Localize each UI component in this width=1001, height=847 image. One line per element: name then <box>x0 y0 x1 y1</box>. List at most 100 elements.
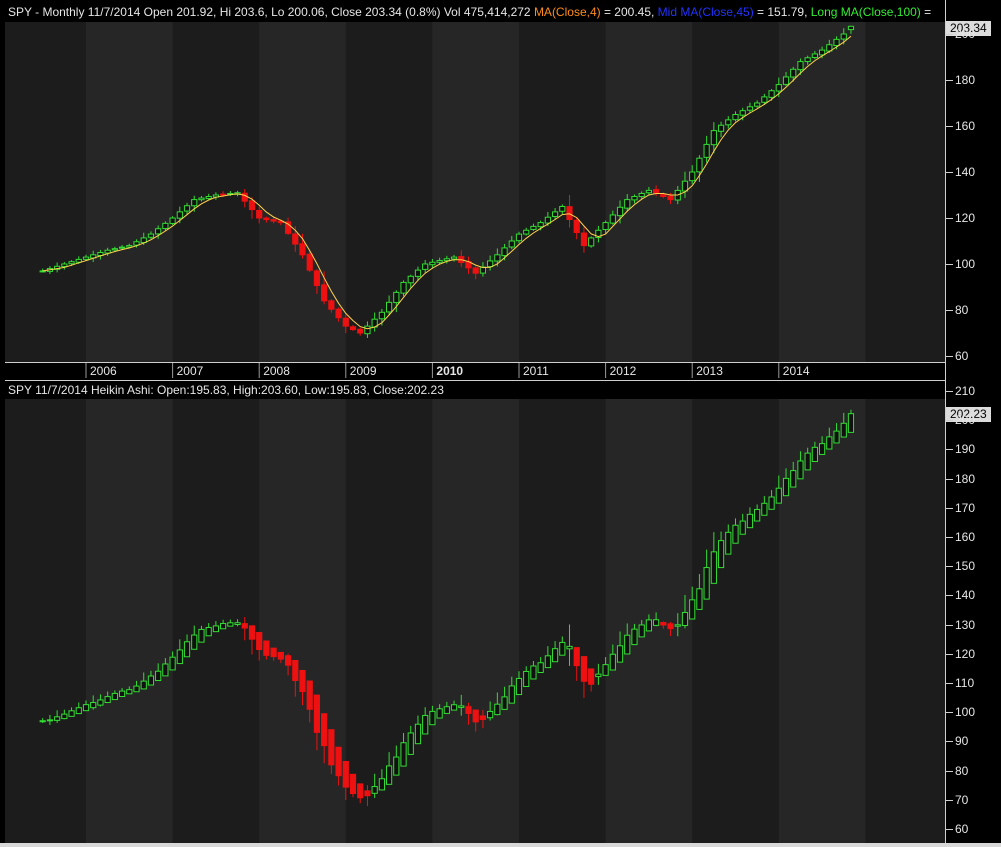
price-candle <box>566 206 573 221</box>
price-candle <box>811 53 818 58</box>
ha-y-tick-mark <box>946 420 953 422</box>
ha-candle <box>819 443 826 455</box>
ha-y-tick-label: 150 <box>955 559 976 574</box>
ha-y-tick-label: 130 <box>955 617 976 632</box>
ha-candle <box>811 446 818 463</box>
ha-candle <box>653 619 660 626</box>
ha-candle <box>544 655 551 669</box>
ha-candle <box>155 670 162 682</box>
ha-candle <box>710 551 717 584</box>
ha-candle <box>378 778 385 791</box>
price-candle <box>256 209 263 219</box>
ha-y-tick-label: 170 <box>955 500 976 515</box>
horizontal-scrollbar[interactable] <box>0 843 1001 847</box>
ha-candle <box>602 664 609 676</box>
ha-candle <box>494 703 501 716</box>
ma-long-label: Long MA(Close,100) <box>810 5 921 19</box>
ha-candle <box>703 567 710 600</box>
x-tick-label: 2014 <box>782 364 810 378</box>
ha-candle <box>248 625 256 640</box>
ma-mid-value: = 151.79, <box>753 5 811 19</box>
ha-candle <box>313 694 321 733</box>
price-y-tick-mark <box>946 356 953 357</box>
price-candle <box>414 269 422 277</box>
price-candle <box>717 124 725 132</box>
price-candle <box>205 196 212 200</box>
ha-candle <box>523 670 530 688</box>
price-candle <box>378 311 385 320</box>
ha-candle <box>90 702 97 709</box>
ha-candle <box>162 663 169 677</box>
price-candle <box>126 245 133 248</box>
ha-candle <box>263 640 270 656</box>
price-candle <box>61 263 68 267</box>
ha-candle <box>176 649 183 665</box>
ha-candle <box>371 786 378 794</box>
price-candle <box>804 57 811 62</box>
ha-candle <box>804 452 811 471</box>
price-candle <box>270 219 277 222</box>
heikin-ashi-info-text: SPY 11/7/2014 Heikin Ashi: Open:195.83, … <box>8 383 444 397</box>
price-candle <box>530 225 537 230</box>
x-tick-label: 2010 <box>436 364 464 378</box>
price-candle <box>183 205 191 212</box>
price-candle <box>660 193 667 198</box>
ha-candle <box>472 709 479 723</box>
price-candle <box>689 171 696 182</box>
price-candle <box>436 260 443 263</box>
ha-candle <box>183 641 191 658</box>
ha-candle <box>46 719 54 722</box>
price-y-tick-label: 100 <box>955 257 976 271</box>
ha-y-tick-label: 210 <box>955 384 976 398</box>
ha-candle <box>234 622 241 625</box>
price-candle <box>573 219 580 234</box>
price-candle <box>732 114 739 121</box>
price-y-tick-mark <box>946 310 953 311</box>
ha-y-tick-label: 60 <box>955 822 969 836</box>
price-candle <box>551 211 559 217</box>
price-candle <box>263 217 270 221</box>
ha-candle <box>458 705 465 708</box>
price-candle <box>342 317 349 327</box>
x-axis-divider <box>5 362 945 363</box>
price-candle <box>667 195 674 201</box>
ha-y-tick-mark <box>946 391 953 392</box>
price-candle <box>840 33 847 40</box>
ha-candle <box>386 765 393 785</box>
price-candle <box>653 189 660 194</box>
ha-candle <box>220 623 227 630</box>
price-candle <box>696 157 703 173</box>
ha-candle <box>754 508 761 522</box>
ha-candle <box>75 707 82 715</box>
price-y-tick-label: 140 <box>955 165 976 179</box>
ha-candle <box>140 680 147 690</box>
price-y-tick-mark <box>946 172 953 173</box>
ha-candle <box>782 477 790 497</box>
pane-divider[interactable] <box>5 380 945 381</box>
heikin-ashi-header: SPY 11/7/2014 Heikin Ashi: Open:195.83, … <box>8 383 444 397</box>
price-candle <box>833 38 840 46</box>
price-y-tick-mark <box>946 264 953 265</box>
ha-candle <box>227 622 234 627</box>
price-candle <box>407 275 414 284</box>
price-candle <box>515 233 523 242</box>
price-candle <box>357 328 364 334</box>
ha-y-tick-label: 70 <box>955 792 969 807</box>
ha-y-tick-label: 200 <box>955 413 976 428</box>
price-candle <box>739 110 746 116</box>
ha-candle <box>54 716 61 721</box>
price-candle <box>725 119 732 126</box>
price-candle <box>523 229 530 235</box>
ha-candle <box>39 720 46 723</box>
ha-candle <box>133 685 140 693</box>
price-y-tick-mark <box>946 34 953 35</box>
price-candle <box>501 247 508 257</box>
price-candle <box>111 248 118 251</box>
ha-candle <box>833 430 840 444</box>
x-tick-label: 2011 <box>523 364 549 378</box>
price-candle <box>754 102 761 107</box>
ha-candle <box>559 641 566 656</box>
price-candle <box>386 301 393 313</box>
price-candle <box>602 222 609 231</box>
price-candle <box>400 281 407 294</box>
